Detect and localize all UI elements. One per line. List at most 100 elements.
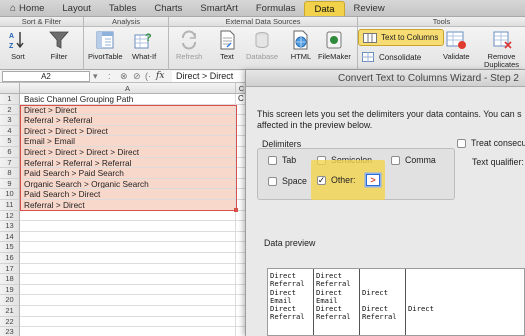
cell-a[interactable]: Direct > Direct bbox=[20, 104, 236, 116]
cell-a[interactable]: Referral > Referral > Referral bbox=[20, 157, 236, 169]
cell-c[interactable] bbox=[236, 306, 245, 317]
cell-c[interactable] bbox=[236, 274, 245, 285]
tab-tables[interactable]: Tables bbox=[100, 1, 145, 16]
row-header[interactable]: 5 bbox=[0, 136, 20, 147]
preview-column-2[interactable]: Direct Referral Direct Email Direct Referral bbox=[314, 269, 360, 335]
formula-input[interactable]: Direct > Direct bbox=[172, 71, 245, 82]
cell-a[interactable]: Basic Channel Grouping Path bbox=[20, 94, 236, 105]
column-header-a[interactable]: A bbox=[20, 83, 236, 94]
row-header[interactable]: 21 bbox=[0, 306, 20, 317]
tab-home[interactable]: ⌂ Home bbox=[4, 1, 53, 16]
fill-handle[interactable] bbox=[234, 208, 238, 212]
tab-smartart[interactable]: SmartArt bbox=[191, 1, 246, 16]
tab-delimiter-checkbox[interactable]: Tab bbox=[268, 155, 296, 165]
formula-bar-more-icon[interactable]: (· bbox=[145, 70, 151, 83]
treat-consecutive-checkbox[interactable]: Treat consecut bbox=[457, 138, 525, 148]
cell-c[interactable] bbox=[236, 317, 245, 328]
other-delimiter-checkbox[interactable]: ✓ Other: bbox=[317, 175, 355, 185]
spreadsheet-grid[interactable]: A C 1 Basic Channel Grouping Path C 2 Direct… bbox=[0, 83, 245, 336]
cell-c[interactable] bbox=[236, 105, 245, 116]
row-header[interactable]: 9 bbox=[0, 178, 20, 190]
row-header[interactable]: 8 bbox=[0, 168, 20, 179]
tab-formulas[interactable]: Formulas bbox=[247, 1, 305, 16]
row-header[interactable]: 13 bbox=[0, 221, 20, 232]
confirm-entry-icon[interactable]: ⊘ bbox=[133, 70, 141, 83]
cell-c[interactable] bbox=[236, 295, 245, 306]
preview-column-1[interactable]: Direct Referral Direct Email Direct Referral bbox=[268, 269, 314, 335]
cell-c[interactable] bbox=[236, 221, 245, 232]
database-button[interactable]: Database bbox=[246, 29, 278, 61]
tab-review[interactable]: Review bbox=[345, 1, 394, 16]
cell-a[interactable]: Direct > Direct > Direct bbox=[20, 125, 236, 137]
row-header[interactable]: 1 bbox=[0, 94, 20, 105]
row-header[interactable]: 18 bbox=[0, 274, 20, 285]
preview-column-3[interactable]: Direct Direct Referral bbox=[360, 269, 406, 335]
name-box[interactable]: A2 bbox=[2, 71, 90, 82]
cell-c[interactable] bbox=[236, 136, 245, 147]
formula-bar-expand-icon[interactable]: : bbox=[108, 70, 111, 83]
cell-c[interactable] bbox=[236, 147, 245, 158]
data-preview-table[interactable]: Direct Referral Direct Email Direct Referral … bbox=[267, 268, 525, 336]
cell-a[interactable]: Email > Email bbox=[20, 136, 236, 147]
html-import-button[interactable]: HTML bbox=[290, 29, 312, 61]
remove-duplicates-button[interactable]: Remove Duplicates bbox=[484, 29, 519, 69]
cell-c[interactable] bbox=[236, 126, 245, 137]
row-header[interactable]: 14 bbox=[0, 231, 20, 243]
cell-a[interactable] bbox=[20, 274, 236, 285]
cell-c[interactable] bbox=[236, 253, 245, 264]
pivottable-button[interactable]: PivotTable bbox=[88, 29, 123, 61]
cell-a[interactable] bbox=[20, 316, 236, 328]
row-header[interactable]: 6 bbox=[0, 147, 20, 158]
text-import-button[interactable]: Text bbox=[216, 29, 238, 61]
cancel-entry-icon[interactable]: ⊗ bbox=[120, 70, 128, 83]
row-header[interactable]: 16 bbox=[0, 253, 20, 264]
cell-c[interactable] bbox=[236, 232, 245, 243]
cell-a[interactable] bbox=[20, 253, 236, 264]
row-header[interactable]: 10 bbox=[0, 189, 20, 200]
refresh-button[interactable]: Refresh bbox=[176, 29, 202, 61]
column-header-c[interactable]: C bbox=[236, 83, 245, 94]
cell-a[interactable] bbox=[20, 295, 236, 306]
row-header[interactable]: 15 bbox=[0, 242, 20, 253]
text-to-columns-button[interactable]: Text to Columns bbox=[358, 29, 444, 46]
row-header[interactable]: 22 bbox=[0, 316, 20, 328]
space-delimiter-checkbox[interactable]: Space bbox=[268, 176, 307, 186]
cell-a[interactable]: Paid Search > Direct bbox=[20, 189, 236, 200]
row-header[interactable]: 17 bbox=[0, 263, 20, 275]
comma-delimiter-checkbox[interactable]: Comma bbox=[391, 155, 436, 165]
cell-a[interactable]: Direct > Direct > Direct > Direct bbox=[20, 147, 236, 158]
cell-a[interactable]: Referral > Direct bbox=[20, 200, 236, 211]
cell-c[interactable]: C bbox=[236, 94, 245, 105]
cell-a[interactable] bbox=[20, 210, 236, 222]
select-all-corner[interactable] bbox=[0, 83, 20, 94]
filemaker-button[interactable]: FileMaker bbox=[318, 29, 351, 61]
cell-c[interactable] bbox=[236, 189, 245, 200]
cell-c[interactable] bbox=[236, 168, 245, 179]
tab-data[interactable]: Data bbox=[304, 1, 345, 16]
filter-button[interactable]: Filter bbox=[48, 29, 70, 61]
cell-c[interactable] bbox=[236, 327, 245, 336]
row-header[interactable]: 2 bbox=[0, 104, 20, 116]
validate-button[interactable]: Validate bbox=[443, 29, 470, 61]
cell-c[interactable] bbox=[236, 179, 245, 190]
tab-layout[interactable]: Layout bbox=[53, 1, 100, 16]
cell-c[interactable] bbox=[236, 285, 245, 296]
row-header[interactable]: 4 bbox=[0, 125, 20, 137]
cell-a[interactable]: Referral > Referral bbox=[20, 115, 236, 126]
other-delimiter-input[interactable]: > bbox=[366, 174, 380, 186]
cell-a[interactable] bbox=[20, 306, 236, 317]
row-header[interactable]: 12 bbox=[0, 210, 20, 222]
sort-button[interactable]: AZ Sort bbox=[7, 29, 29, 61]
cell-a[interactable] bbox=[20, 284, 236, 296]
cell-a[interactable] bbox=[20, 221, 236, 232]
cell-a[interactable] bbox=[20, 263, 236, 275]
row-header[interactable]: 11 bbox=[0, 200, 20, 211]
tab-charts[interactable]: Charts bbox=[145, 1, 191, 16]
function-fx-icon[interactable]: fx bbox=[156, 70, 164, 83]
cell-a[interactable] bbox=[20, 231, 236, 243]
row-header[interactable]: 23 bbox=[0, 327, 20, 336]
what-if-button[interactable]: ? What-If bbox=[132, 29, 156, 61]
cell-c[interactable] bbox=[236, 211, 245, 222]
row-header[interactable]: 3 bbox=[0, 115, 20, 126]
row-header[interactable]: 7 bbox=[0, 157, 20, 169]
